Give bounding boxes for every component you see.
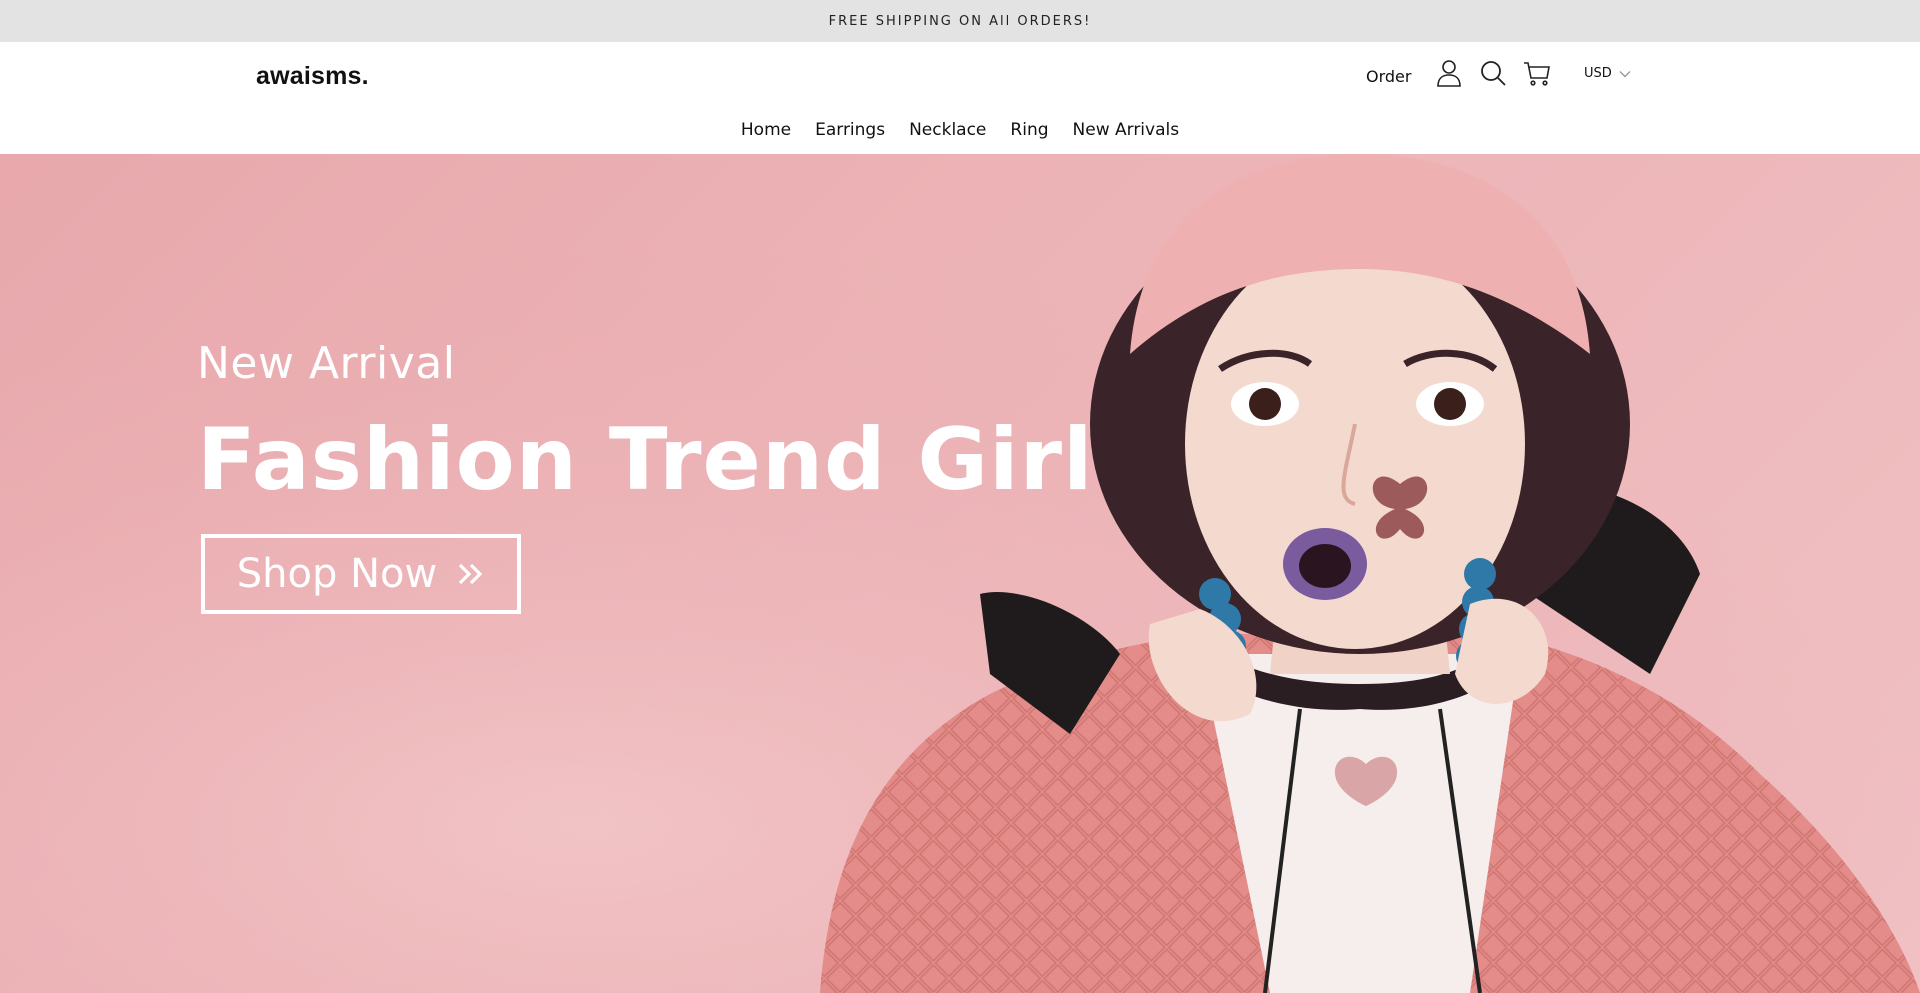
order-link[interactable]: Order bbox=[1366, 67, 1411, 86]
hero-banner: New Arrival Fashion Trend Girl Shop Now bbox=[0, 154, 1920, 993]
chevron-down-icon bbox=[1619, 70, 1631, 77]
announcement-bar: FREE SHIPPING ON All ORDERS! bbox=[0, 0, 1920, 42]
currency-selector[interactable]: USD bbox=[1584, 66, 1632, 81]
nav-item-home[interactable]: Home bbox=[741, 120, 791, 140]
hero-eyebrow: New Arrival bbox=[197, 338, 456, 389]
nav-item-necklace[interactable]: Necklace bbox=[909, 120, 986, 140]
currency-value: USD bbox=[1584, 66, 1612, 81]
site-header: awaisms. Order USD Home Earrings Necklac… bbox=[0, 42, 1920, 154]
shop-now-label: Shop Now bbox=[236, 551, 438, 597]
account-icon[interactable] bbox=[1434, 58, 1464, 88]
nav-item-new-arrivals[interactable]: New Arrivals bbox=[1073, 120, 1180, 140]
double-chevron-right-icon bbox=[459, 563, 483, 585]
main-nav: Home Earrings Necklace Ring New Arrivals bbox=[0, 120, 1920, 140]
nav-item-earrings[interactable]: Earrings bbox=[815, 120, 885, 140]
site-logo[interactable]: awaisms. bbox=[256, 62, 369, 91]
hero-title: Fashion Trend Girl bbox=[197, 410, 1094, 510]
search-icon[interactable] bbox=[1478, 58, 1508, 88]
shop-now-button[interactable]: Shop Now bbox=[201, 534, 521, 614]
nav-item-ring[interactable]: Ring bbox=[1010, 120, 1048, 140]
announcement-text: FREE SHIPPING ON All ORDERS! bbox=[828, 13, 1092, 29]
cart-icon[interactable] bbox=[1522, 58, 1552, 88]
